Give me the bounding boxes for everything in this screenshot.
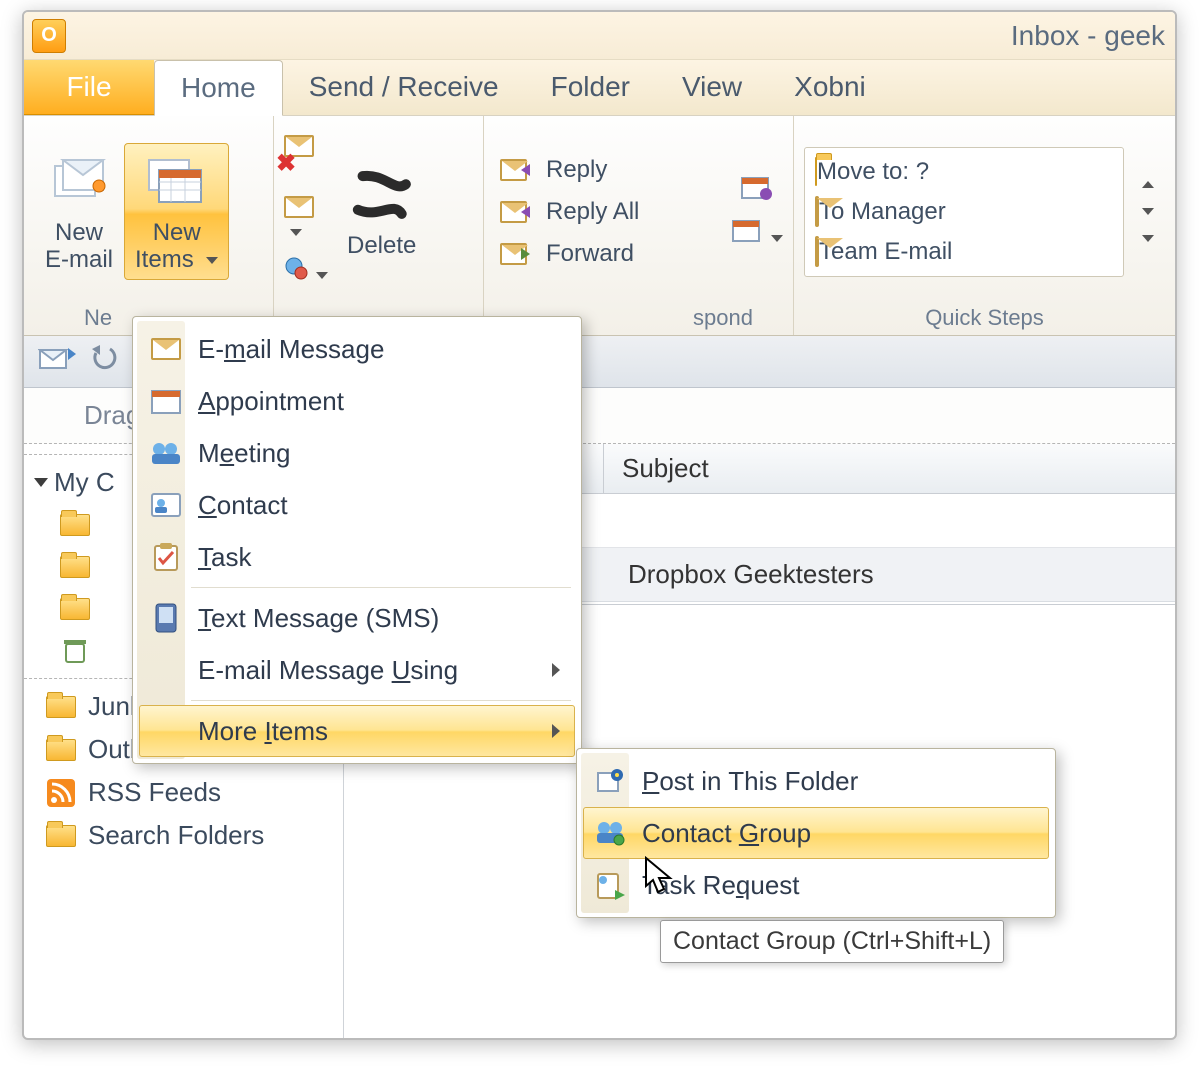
search-folder-icon: [44, 821, 78, 851]
submenu-contact-group[interactable]: Contact Group: [583, 807, 1049, 859]
ribbon: New E-mail New Items Ne ✖: [24, 116, 1175, 336]
submenu-arrow-icon: [552, 663, 560, 677]
gallery-up-icon[interactable]: [1142, 181, 1154, 188]
gallery-down-icon[interactable]: [1142, 208, 1154, 215]
reply-button[interactable]: Reply: [494, 152, 731, 188]
chevron-down-icon: [206, 257, 218, 264]
to-manager-icon: [815, 198, 819, 226]
rss-icon: [44, 778, 78, 808]
delete-label: Delete: [347, 233, 416, 259]
quick-steps-gallery[interactable]: Move to: ? To Manager Team E-mail: [804, 147, 1124, 277]
ignore-icon[interactable]: ✖: [284, 135, 328, 186]
reply-all-icon: [500, 198, 536, 226]
ribbon-group-respond: Reply Reply All Forward spond: [484, 116, 794, 335]
reply-all-button[interactable]: Reply All: [494, 194, 731, 230]
junk-icon[interactable]: [284, 256, 328, 289]
team-email-icon: [815, 238, 819, 266]
contact-group-icon: [594, 817, 626, 849]
title-bar: O Inbox - geek: [24, 12, 1175, 60]
reply-icon: [500, 156, 536, 184]
sms-icon: [150, 602, 182, 634]
delete-button[interactable]: Delete: [336, 156, 427, 266]
tab-view[interactable]: View: [656, 59, 768, 115]
email-message-icon: [150, 333, 182, 365]
gallery-more-icon[interactable]: [1142, 235, 1154, 242]
folder-icon: [58, 594, 92, 624]
contact-icon: [150, 489, 182, 521]
ribbon-group-quick-steps: Move to: ? To Manager Team E-mail Quick …: [794, 116, 1175, 335]
outlook-app-icon: O: [32, 19, 66, 53]
forward-button[interactable]: Forward: [494, 236, 731, 272]
menu-email-using[interactable]: E-mail Message Using: [139, 644, 575, 696]
nav-rss[interactable]: RSS Feeds: [24, 771, 343, 814]
cursor-icon: [644, 856, 678, 896]
new-email-label: New E-mail: [45, 220, 113, 273]
new-items-menu: E-mail Message Appointment Meeting Conta…: [132, 316, 582, 764]
outbox-icon: [44, 735, 78, 765]
new-email-button[interactable]: New E-mail: [34, 143, 124, 280]
menu-contact[interactable]: Contact: [139, 479, 575, 531]
task-icon: [150, 541, 182, 573]
quick-steps-label: Quick Steps: [804, 301, 1165, 333]
ribbon-tabs: File Home Send / Receive Folder View Xob…: [24, 60, 1175, 116]
quick-step-move-to[interactable]: Move to: ?: [805, 152, 1123, 192]
chevron-down-icon: [316, 272, 328, 279]
quick-step-team-email[interactable]: Team E-mail: [805, 232, 1123, 272]
new-items-label: New Items: [135, 219, 201, 272]
menu-more-items[interactable]: More Items: [139, 705, 575, 757]
send-receive-icon[interactable]: [38, 342, 78, 381]
delete-icon: [350, 163, 414, 227]
new-items-icon: [145, 150, 209, 214]
tab-xobni[interactable]: Xobni: [768, 59, 892, 115]
meeting-reply-icon[interactable]: [740, 172, 774, 209]
undo-icon[interactable]: [88, 343, 122, 380]
menu-meeting[interactable]: Meeting: [139, 427, 575, 479]
chevron-down-icon: [771, 235, 783, 242]
tooltip: Contact Group (Ctrl+Shift+L): [660, 920, 1004, 963]
task-request-icon: [594, 869, 626, 901]
folder-icon: [58, 552, 92, 582]
window-title: Inbox - geek: [1011, 20, 1165, 52]
post-icon: [594, 765, 626, 797]
quick-step-to-manager[interactable]: To Manager: [805, 192, 1123, 232]
submenu-post-in-folder[interactable]: Post in This Folder: [583, 755, 1049, 807]
trash-icon: [58, 636, 92, 666]
new-items-button[interactable]: New Items: [124, 143, 229, 280]
menu-appointment[interactable]: Appointment: [139, 375, 575, 427]
meeting-icon: [150, 437, 182, 469]
appointment-icon: [150, 385, 182, 417]
column-subject[interactable]: Subject: [604, 444, 1175, 493]
menu-email-message[interactable]: E-mail Message: [139, 323, 575, 375]
new-email-icon: [47, 150, 111, 214]
more-respond-icon[interactable]: [731, 215, 783, 252]
expand-arrow-icon: [34, 478, 48, 487]
cleanup-icon[interactable]: [284, 196, 328, 246]
tab-folder[interactable]: Folder: [525, 59, 656, 115]
ribbon-group-new: New E-mail New Items Ne: [24, 116, 274, 335]
folder-icon: [58, 510, 92, 540]
folder-move-icon: [815, 158, 817, 186]
menu-text-message[interactable]: Text Message (SMS): [139, 592, 575, 644]
tab-home[interactable]: Home: [154, 60, 283, 116]
chevron-down-icon: [290, 229, 302, 236]
nav-search-folders[interactable]: Search Folders: [24, 814, 343, 857]
forward-icon: [500, 240, 536, 268]
mail-subject: Dropbox Geektesters: [628, 559, 874, 590]
junk-folder-icon: [44, 692, 78, 722]
tab-send-receive[interactable]: Send / Receive: [283, 59, 525, 115]
menu-task[interactable]: Task: [139, 531, 575, 583]
tab-file[interactable]: File: [24, 59, 154, 115]
ribbon-group-delete: ✖ Delete: [274, 116, 484, 335]
submenu-arrow-icon: [552, 724, 560, 738]
